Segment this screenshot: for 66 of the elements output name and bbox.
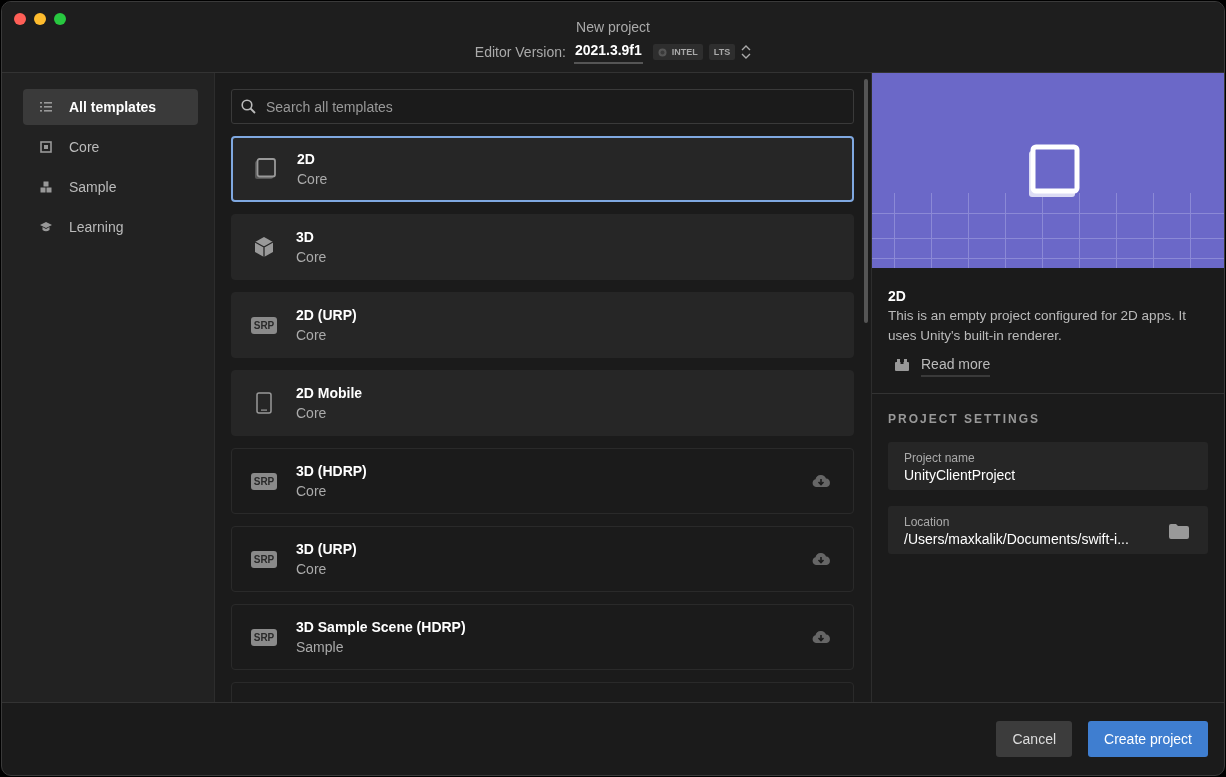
zoom-button[interactable] [54,13,66,25]
project-name-field[interactable]: Project name UnityClientProject [888,442,1208,490]
template-category: Core [296,561,328,577]
template-card[interactable]: SRP 2D (URP) Core [231,292,854,358]
template-name: 3D (HDRP) [296,463,368,479]
badge-label: LTS [713,47,731,57]
scrollbar-thumb[interactable] [864,79,868,323]
folder-icon [1168,522,1190,540]
template-category: Core [297,171,329,187]
section-heading: PROJECT SETTINGS [888,412,1042,426]
srp-badge: SRP [250,628,278,646]
package-icon [895,358,909,371]
read-more-link[interactable]: Read more [921,352,991,377]
cloud-download-icon [811,630,831,644]
template-name: 3D (URP) [296,541,358,557]
template-card[interactable]: 2D Core [231,136,854,202]
template-card[interactable]: SRP 3D (URP) Core [231,526,854,592]
sidebar-item[interactable]: Sample [23,169,198,205]
list-icon [40,101,52,113]
field-label: Project name [904,451,976,465]
graduation-cap-icon [40,221,52,233]
template-name: 3D Sample Scene (HDRP) [296,619,467,635]
stepper-icon [741,45,752,59]
template-category: Core [296,327,328,343]
template-card[interactable]: 2D Mobile Core [231,370,854,436]
search-field[interactable]: Search all templates [231,89,854,124]
template-description: This is an empty project configured for 2D apps. It uses Unity's built-in renderer. [888,307,1187,345]
field-value: /Users/maxkalik/Documents/swift-i... [904,531,1130,547]
chip-icon [657,47,667,57]
sidebar-item[interactable]: All templates [23,89,198,125]
template-category: Sample [296,639,345,655]
close-button[interactable] [14,13,26,25]
cube-icon [253,236,275,258]
field-value: UnityClientProject [904,467,1017,483]
minimize-button[interactable] [34,13,46,25]
cloud-download-icon [811,474,831,488]
blocks-icon [40,181,52,193]
search-icon [241,99,256,114]
srp-badge: SRP [250,316,278,334]
template-category: Core [296,405,328,421]
template-card[interactable]: SRP 3D (HDRP) Core [231,448,854,514]
cancel-button[interactable]: Cancel [996,721,1073,757]
template-title: 2D [888,288,907,304]
srp-badge: SRP [250,472,278,490]
badge-label: INTEL [671,47,698,57]
template-category: Core [296,249,328,265]
sidebar-item[interactable]: Learning [23,209,198,245]
srp-badge: SRP [250,550,278,568]
cloud-download-icon [811,552,831,566]
sidebar-item[interactable]: Core [23,129,198,165]
template-name: 2D Mobile [296,385,364,401]
square-icon [40,141,52,153]
location-field[interactable]: Location /Users/maxkalik/Documents/swift-i... [888,506,1208,554]
template-name: 2D (URP) [296,307,358,323]
field-label: Location [904,515,951,529]
phone-icon [256,392,272,414]
template-category: Core [296,483,328,499]
template-name: 2D [297,151,316,167]
template-card[interactable]: 3D Core [231,214,854,280]
template-card[interactable]: SRP 3D Sample Scene (HDRP) Sample [231,604,854,670]
create-button[interactable]: Create project [1088,721,1208,757]
editor-version-label: Editor Version: [474,44,566,60]
editor-version-dropdown[interactable]: 2021.3.9f1 [573,40,643,64]
template-name: 3D [296,229,315,245]
square-icon [253,157,277,181]
window-title: New project [576,19,650,35]
